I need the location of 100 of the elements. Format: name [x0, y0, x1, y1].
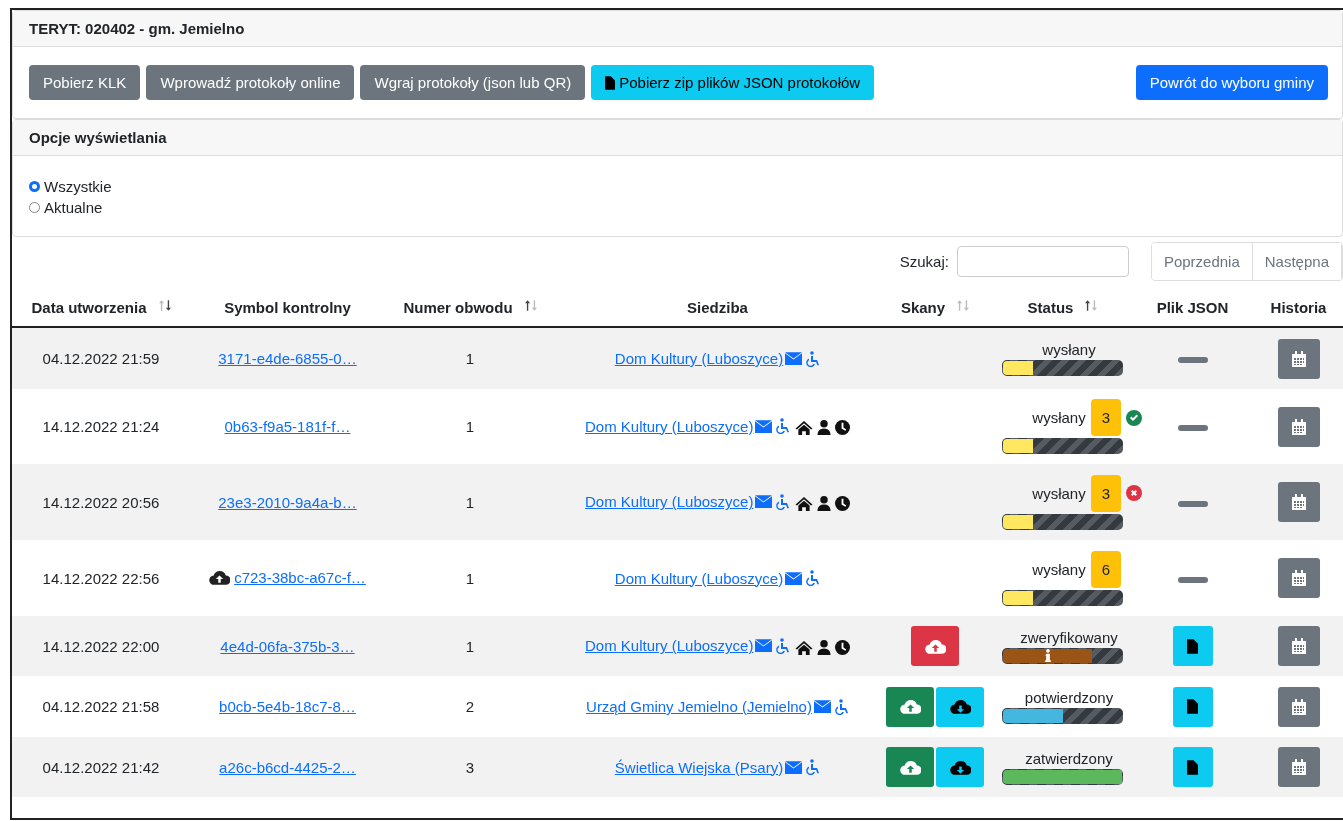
symbol-link[interactable]: 23e3-2010-9a4a-b… [218, 493, 357, 511]
file-button[interactable] [1172, 747, 1213, 787]
dash-icon [1177, 500, 1208, 507]
symbol-link[interactable]: c723-38bc-a67c-f… [234, 568, 366, 586]
status-text: wysłany [1041, 341, 1097, 358]
status-text: wysłany [1031, 560, 1086, 578]
history-button[interactable] [1277, 406, 1320, 447]
person-icon [816, 420, 831, 436]
upload-button[interactable] [911, 626, 959, 666]
search-label: Szukaj: [899, 253, 949, 270]
history-button[interactable] [1277, 626, 1320, 666]
date-text: 14.12.2022 22:00 [42, 637, 160, 655]
number-text: 1 [465, 493, 475, 511]
person-icon [816, 639, 831, 655]
symbol-link[interactable]: 3171-e4de-6855-0… [218, 350, 357, 367]
status-text: wysłany [1031, 409, 1086, 426]
card-title: Opcje wyświetlania [13, 120, 1342, 156]
location-link[interactable]: Dom Kultury (Luboszyce) [614, 569, 821, 587]
location-link[interactable]: Świetlica Wiejska (Psary) [614, 758, 821, 776]
dash-icon [1177, 357, 1208, 364]
column-header[interactable]: Plik JSON [1156, 299, 1229, 316]
file-icon [1187, 638, 1198, 654]
date-text: 04.12.2022 21:58 [42, 698, 160, 715]
calendar-icon [1291, 494, 1306, 510]
count-badge: 3 [1090, 474, 1121, 512]
radio-button[interactable] [29, 202, 40, 213]
column-header[interactable]: Numer obwodu [403, 299, 513, 316]
column-header[interactable]: Status [1027, 299, 1074, 316]
download-button[interactable] [936, 686, 984, 727]
toolbar-button[interactable]: Wgraj protokoły (json lub QR) [360, 65, 586, 100]
count-badge: 6 [1090, 550, 1121, 588]
clock-icon [834, 639, 850, 655]
radio-label: Wszystkie [44, 178, 112, 195]
number-text: 1 [465, 569, 475, 587]
toolbar-button[interactable]: Pobierz zip plików JSON protokołów [591, 65, 875, 100]
search-field[interactable] [956, 246, 1129, 277]
symbol-link[interactable]: b0cb-5e4b-18c7-8… [219, 698, 356, 715]
location-link[interactable]: Dom Kultury (Luboszyce) [585, 417, 791, 435]
cloud-upload-icon [924, 638, 946, 654]
location-link[interactable]: Dom Kultury (Luboszyce) [614, 350, 821, 367]
date-text: 14.12.2022 22:56 [42, 569, 160, 587]
file-button[interactable] [1172, 686, 1213, 727]
history-button[interactable] [1277, 558, 1320, 598]
location-link[interactable]: Dom Kultury (Luboszyce) [585, 637, 791, 655]
clock-icon [834, 420, 850, 436]
wheelchair-icon [832, 698, 849, 715]
status-text: zatwierdzony [1024, 749, 1114, 767]
calendar-icon [1291, 570, 1306, 586]
wheelchair-icon [804, 570, 821, 586]
envelope-icon [755, 419, 773, 433]
envelope-icon [755, 495, 773, 509]
toolbar-button[interactable]: Pobierz KLK [29, 65, 141, 100]
upload-button[interactable] [886, 686, 934, 727]
file-button[interactable] [1172, 626, 1213, 666]
file-icon [605, 75, 616, 90]
sort-icon[interactable] [1085, 299, 1098, 312]
location-link[interactable]: Dom Kultury (Luboszyce) [585, 493, 791, 511]
status-text: wysłany [1031, 484, 1086, 502]
wheelchair-icon [804, 350, 821, 367]
cloud-download-icon [949, 699, 971, 714]
dash-icon [1177, 576, 1208, 583]
calendar-icon [1291, 638, 1306, 654]
file-icon [1187, 699, 1198, 714]
location-link[interactable]: Urząd Gminy Jemielno (Jemielno) [586, 698, 849, 715]
upload-button[interactable] [886, 747, 934, 787]
wheelchair-icon [774, 493, 791, 510]
radio-label: Aktualne [44, 199, 103, 216]
history-button[interactable] [1277, 747, 1320, 787]
person-icon [816, 495, 831, 511]
number-text: 1 [465, 637, 475, 655]
date-text: 04.12.2022 21:42 [42, 758, 160, 776]
toolbar-button[interactable]: Wprowadź protokoły online [146, 65, 355, 100]
history-button[interactable] [1277, 338, 1320, 379]
column-header[interactable]: Data utworzenia [31, 299, 147, 316]
count-badge: 3 [1090, 399, 1121, 436]
envelope-icon [755, 639, 773, 653]
card-title: TERYT: 020402 - gm. Jemielno [13, 11, 1342, 47]
calendar-icon [1291, 698, 1306, 715]
cloud-upload-icon [899, 759, 921, 775]
page-link[interactable]: Poprzednia [1151, 243, 1253, 280]
status-text: potwierdzony [1023, 689, 1115, 706]
sort-icon[interactable] [158, 299, 171, 312]
symbol-link[interactable]: 0b63-f9a5-181f-f… [224, 418, 351, 435]
cloud-download-icon [949, 759, 971, 775]
dash-icon [1177, 425, 1208, 432]
radio-button[interactable] [29, 181, 40, 192]
number-text: 2 [465, 698, 475, 715]
column-header[interactable]: Siedziba [687, 299, 748, 316]
sort-icon[interactable] [524, 299, 537, 312]
history-button[interactable] [1277, 482, 1320, 522]
back-button[interactable]: Powrót do wyboru gminy [1135, 65, 1328, 100]
number-text: 1 [465, 350, 475, 367]
history-button[interactable] [1277, 686, 1320, 727]
column-header[interactable]: Historia [1270, 299, 1327, 316]
wheelchair-icon [774, 418, 791, 435]
date-text: 14.12.2022 21:24 [42, 418, 160, 435]
column-header[interactable]: Symbol kontrolny [224, 299, 351, 316]
column-header[interactable]: Skany [900, 299, 946, 316]
calendar-icon [1291, 759, 1306, 775]
download-button[interactable] [936, 747, 984, 787]
